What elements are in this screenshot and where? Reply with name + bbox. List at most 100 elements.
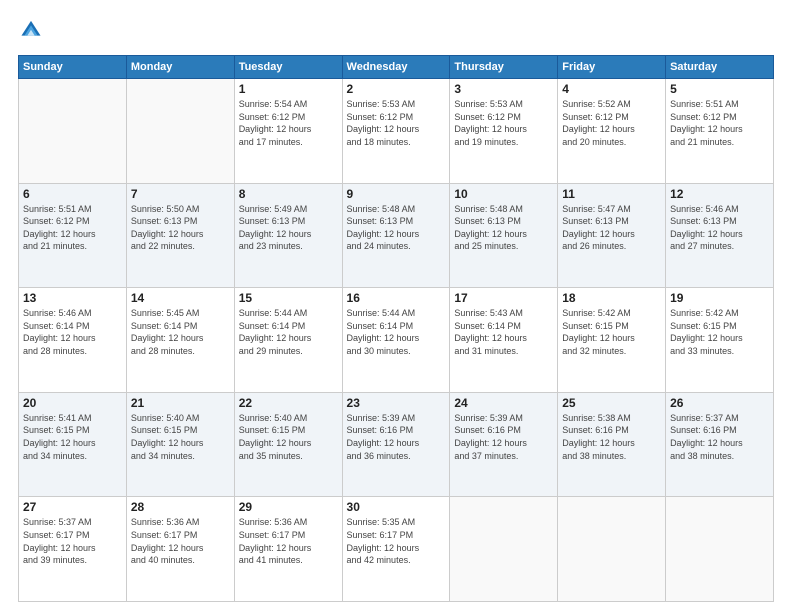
day-number: 19 bbox=[670, 291, 769, 305]
calendar-cell: 14 Sunrise: 5:45 AM Sunset: 6:14 PM Dayli… bbox=[126, 288, 234, 393]
day-number: 12 bbox=[670, 187, 769, 201]
day-number: 7 bbox=[131, 187, 230, 201]
day-info: Sunrise: 5:53 AM Sunset: 6:12 PM Dayligh… bbox=[347, 98, 446, 148]
weekday-header-wednesday: Wednesday bbox=[342, 56, 450, 79]
day-number: 14 bbox=[131, 291, 230, 305]
day-info: Sunrise: 5:44 AM Sunset: 6:14 PM Dayligh… bbox=[347, 307, 446, 357]
header bbox=[18, 18, 774, 45]
day-info: Sunrise: 5:38 AM Sunset: 6:16 PM Dayligh… bbox=[562, 412, 661, 462]
calendar-cell: 29Sunrise: 5:36 AM Sunset: 6:17 PM Dayli… bbox=[234, 497, 342, 602]
day-info: Sunrise: 5:43 AM Sunset: 6:14 PM Dayligh… bbox=[454, 307, 553, 357]
calendar-cell: 25 Sunrise: 5:38 AM Sunset: 6:16 PM Dayli… bbox=[558, 392, 666, 497]
calendar-cell bbox=[126, 79, 234, 184]
calendar-cell: 30 Sunrise: 5:35 AM Sunset: 6:17 PM Dayli… bbox=[342, 497, 450, 602]
day-info: Sunrise: 5:54 AM Sunset: 6:12 PM Dayligh… bbox=[239, 98, 338, 148]
day-number: 25 bbox=[562, 396, 661, 410]
day-number: 10 bbox=[454, 187, 553, 201]
day-info: Sunrise: 5:49 AM Sunset: 6:13 PM Dayligh… bbox=[239, 203, 338, 253]
calendar-cell bbox=[666, 497, 774, 602]
day-info: Sunrise: 5:42 AM Sunset: 6:15 PM Dayligh… bbox=[670, 307, 769, 357]
day-info: Sunrise: 5:52 AM Sunset: 6:12 PM Dayligh… bbox=[562, 98, 661, 148]
day-info: Sunrise: 5:35 AM Sunset: 6:17 PM Dayligh… bbox=[347, 516, 446, 566]
calendar-cell: 7 Sunrise: 5:50 AM Sunset: 6:13 PM Daylig… bbox=[126, 183, 234, 288]
day-info: Sunrise: 5:39 AM Sunset: 6:16 PM Dayligh… bbox=[347, 412, 446, 462]
calendar-cell: 28 Sunrise: 5:36 AM Sunset: 6:17 PM Dayli… bbox=[126, 497, 234, 602]
day-number: 28 bbox=[131, 500, 230, 514]
day-number: 6 bbox=[23, 187, 122, 201]
day-info: Sunrise: 5:51 AM Sunset: 6:12 PM Dayligh… bbox=[670, 98, 769, 148]
calendar-cell: 9 Sunrise: 5:48 AM Sunset: 6:13 PM Daylig… bbox=[342, 183, 450, 288]
day-number: 9 bbox=[347, 187, 446, 201]
day-number: 8 bbox=[239, 187, 338, 201]
day-info: Sunrise: 5:36 AM Sunset: 6:17 PM Dayligh… bbox=[131, 516, 230, 566]
calendar-cell: 6 Sunrise: 5:51 AM Sunset: 6:12 PM Daylig… bbox=[19, 183, 127, 288]
day-info: Sunrise: 5:37 AM Sunset: 6:17 PM Dayligh… bbox=[23, 516, 122, 566]
day-info: Sunrise: 5:46 AM Sunset: 6:13 PM Dayligh… bbox=[670, 203, 769, 253]
week-row-3: 13 Sunrise: 5:46 AM Sunset: 6:14 PM Dayli… bbox=[19, 288, 774, 393]
page: SundayMondayTuesdayWednesdayThursdayFrid… bbox=[0, 0, 792, 612]
weekday-header-sunday: Sunday bbox=[19, 56, 127, 79]
day-info: Sunrise: 5:40 AM Sunset: 6:15 PM Dayligh… bbox=[239, 412, 338, 462]
logo-icon bbox=[20, 18, 42, 40]
day-info: Sunrise: 5:48 AM Sunset: 6:13 PM Dayligh… bbox=[454, 203, 553, 253]
day-info: Sunrise: 5:44 AM Sunset: 6:14 PM Dayligh… bbox=[239, 307, 338, 357]
logo bbox=[18, 18, 42, 45]
week-row-2: 6 Sunrise: 5:51 AM Sunset: 6:12 PM Daylig… bbox=[19, 183, 774, 288]
day-number: 2 bbox=[347, 82, 446, 96]
day-number: 29 bbox=[239, 500, 338, 514]
weekday-header-row: SundayMondayTuesdayWednesdayThursdayFrid… bbox=[19, 56, 774, 79]
day-info: Sunrise: 5:37 AM Sunset: 6:16 PM Dayligh… bbox=[670, 412, 769, 462]
calendar-cell: 10 Sunrise: 5:48 AM Sunset: 6:13 PM Dayli… bbox=[450, 183, 558, 288]
day-info: Sunrise: 5:45 AM Sunset: 6:14 PM Dayligh… bbox=[131, 307, 230, 357]
calendar-cell: 3 Sunrise: 5:53 AM Sunset: 6:12 PM Daylig… bbox=[450, 79, 558, 184]
day-number: 23 bbox=[347, 396, 446, 410]
calendar-cell bbox=[19, 79, 127, 184]
weekday-header-friday: Friday bbox=[558, 56, 666, 79]
day-info: Sunrise: 5:46 AM Sunset: 6:14 PM Dayligh… bbox=[23, 307, 122, 357]
calendar-cell: 5 Sunrise: 5:51 AM Sunset: 6:12 PM Daylig… bbox=[666, 79, 774, 184]
calendar-cell: 22Sunrise: 5:40 AM Sunset: 6:15 PM Dayli… bbox=[234, 392, 342, 497]
weekday-header-saturday: Saturday bbox=[666, 56, 774, 79]
day-number: 21 bbox=[131, 396, 230, 410]
calendar-cell: 23 Sunrise: 5:39 AM Sunset: 6:16 PM Dayli… bbox=[342, 392, 450, 497]
day-number: 15 bbox=[239, 291, 338, 305]
day-info: Sunrise: 5:48 AM Sunset: 6:13 PM Dayligh… bbox=[347, 203, 446, 253]
calendar-cell: 27Sunrise: 5:37 AM Sunset: 6:17 PM Dayli… bbox=[19, 497, 127, 602]
calendar-cell: 24Sunrise: 5:39 AM Sunset: 6:16 PM Dayli… bbox=[450, 392, 558, 497]
day-number: 3 bbox=[454, 82, 553, 96]
day-number: 17 bbox=[454, 291, 553, 305]
calendar-cell: 21 Sunrise: 5:40 AM Sunset: 6:15 PM Dayli… bbox=[126, 392, 234, 497]
calendar-cell: 19 Sunrise: 5:42 AM Sunset: 6:15 PM Dayli… bbox=[666, 288, 774, 393]
day-info: Sunrise: 5:53 AM Sunset: 6:12 PM Dayligh… bbox=[454, 98, 553, 148]
day-number: 13 bbox=[23, 291, 122, 305]
calendar-cell: 13 Sunrise: 5:46 AM Sunset: 6:14 PM Dayli… bbox=[19, 288, 127, 393]
calendar-table: SundayMondayTuesdayWednesdayThursdayFrid… bbox=[18, 55, 774, 602]
weekday-header-tuesday: Tuesday bbox=[234, 56, 342, 79]
calendar-cell: 17 Sunrise: 5:43 AM Sunset: 6:14 PM Dayli… bbox=[450, 288, 558, 393]
calendar-cell: 18 Sunrise: 5:42 AM Sunset: 6:15 PM Dayli… bbox=[558, 288, 666, 393]
week-row-1: 1Sunrise: 5:54 AM Sunset: 6:12 PM Daylig… bbox=[19, 79, 774, 184]
weekday-header-monday: Monday bbox=[126, 56, 234, 79]
day-number: 16 bbox=[347, 291, 446, 305]
calendar-cell bbox=[450, 497, 558, 602]
calendar-cell bbox=[558, 497, 666, 602]
week-row-5: 27Sunrise: 5:37 AM Sunset: 6:17 PM Dayli… bbox=[19, 497, 774, 602]
day-info: Sunrise: 5:51 AM Sunset: 6:12 PM Dayligh… bbox=[23, 203, 122, 253]
week-row-4: 20Sunrise: 5:41 AM Sunset: 6:15 PM Dayli… bbox=[19, 392, 774, 497]
day-info: Sunrise: 5:40 AM Sunset: 6:15 PM Dayligh… bbox=[131, 412, 230, 462]
calendar-cell: 12 Sunrise: 5:46 AM Sunset: 6:13 PM Dayli… bbox=[666, 183, 774, 288]
day-info: Sunrise: 5:39 AM Sunset: 6:16 PM Dayligh… bbox=[454, 412, 553, 462]
calendar-cell: 15 Sunrise: 5:44 AM Sunset: 6:14 PM Dayli… bbox=[234, 288, 342, 393]
day-number: 18 bbox=[562, 291, 661, 305]
day-info: Sunrise: 5:42 AM Sunset: 6:15 PM Dayligh… bbox=[562, 307, 661, 357]
weekday-header-thursday: Thursday bbox=[450, 56, 558, 79]
day-number: 5 bbox=[670, 82, 769, 96]
day-number: 11 bbox=[562, 187, 661, 201]
calendar-cell: 2 Sunrise: 5:53 AM Sunset: 6:12 PM Daylig… bbox=[342, 79, 450, 184]
calendar-cell: 1Sunrise: 5:54 AM Sunset: 6:12 PM Daylig… bbox=[234, 79, 342, 184]
day-number: 26 bbox=[670, 396, 769, 410]
calendar-cell: 20Sunrise: 5:41 AM Sunset: 6:15 PM Dayli… bbox=[19, 392, 127, 497]
day-info: Sunrise: 5:41 AM Sunset: 6:15 PM Dayligh… bbox=[23, 412, 122, 462]
day-number: 30 bbox=[347, 500, 446, 514]
day-info: Sunrise: 5:50 AM Sunset: 6:13 PM Dayligh… bbox=[131, 203, 230, 253]
